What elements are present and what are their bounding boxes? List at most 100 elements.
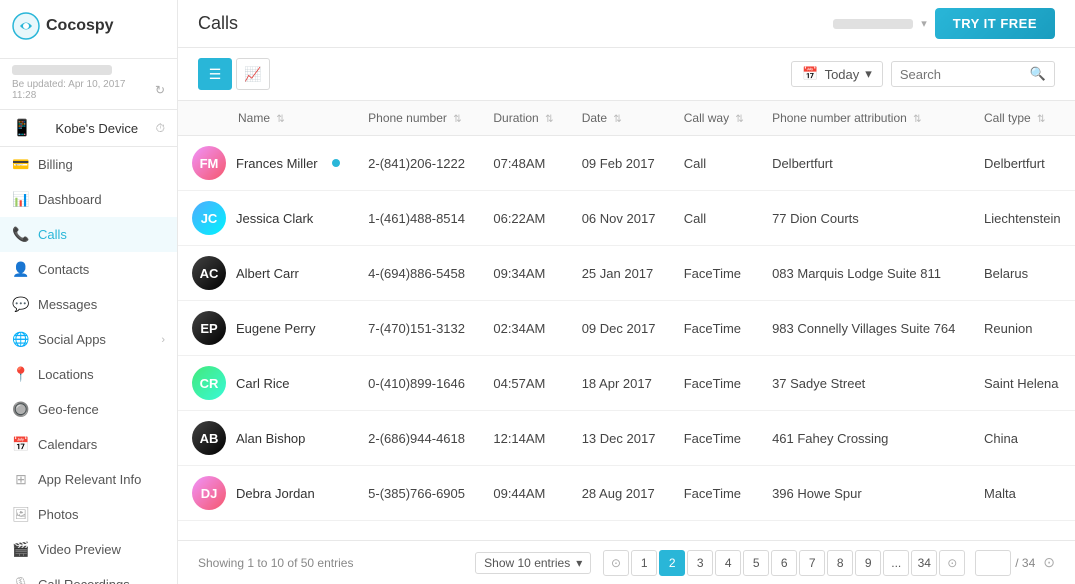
sidebar-item-app-relevant[interactable]: ⊞ App Relevant Info	[0, 462, 177, 497]
attribution-cell: 77 Dion Courts	[758, 191, 970, 246]
page-9-button[interactable]: 9	[855, 550, 881, 576]
attribution-cell: 37 Sadye Street	[758, 356, 970, 411]
sort-icon: ⇅	[913, 114, 921, 125]
sidebar-item-label: Geo-fence	[38, 402, 99, 417]
date-picker[interactable]: 📅 Today ▾	[791, 61, 882, 87]
duration-cell: 06:22AM	[479, 191, 567, 246]
entries-label: Show 10 entries	[484, 556, 570, 570]
topbar: Calls ▾ TRY IT FREE	[178, 0, 1075, 48]
sidebar-item-label: Call Recordings	[38, 577, 130, 584]
sidebar-item-calls[interactable]: 📞 Calls	[0, 217, 177, 252]
device-settings-icon[interactable]: ⏱	[156, 121, 165, 136]
try-free-button[interactable]: TRY IT FREE	[935, 8, 1055, 39]
search-input[interactable]	[900, 67, 1030, 82]
col-header-duration[interactable]: Duration ⇅	[479, 101, 567, 136]
sidebar-item-contacts[interactable]: 👤 Contacts	[0, 252, 177, 287]
page-input[interactable]	[975, 550, 1011, 576]
page-...-button[interactable]: ...	[883, 550, 909, 576]
pagination: Show 10 entries ▾ ⊙123456789...34⊙ / 34 …	[475, 550, 1055, 576]
app-relevant-icon: ⊞	[12, 471, 30, 488]
sidebar-item-photos[interactable]: 🖼 Photos	[0, 497, 177, 532]
avatar: DJ	[192, 476, 226, 510]
col-header-phone-number-attribution[interactable]: Phone number attribution ⇅	[758, 101, 970, 136]
sidebar-item-geo-fence[interactable]: 🔘 Geo-fence	[0, 392, 177, 427]
logo-text: Cocospy	[46, 17, 114, 35]
table-row: CR Carl Rice 0-(410)899-1646 04:57AM 18 …	[178, 356, 1075, 411]
sidebar-item-label: Locations	[38, 367, 94, 382]
page-6-button[interactable]: 6	[771, 550, 797, 576]
table-body: FM Frances Miller 2-(841)206-1222 07:48A…	[178, 136, 1075, 521]
sidebar: Cocospy Be updated: Apr 10, 2017 11:28 ↻…	[0, 0, 178, 584]
calls-icon: 📞	[12, 226, 30, 243]
date-cell: 06 Nov 2017	[568, 191, 670, 246]
sidebar-item-billing[interactable]: 💳 Billing	[0, 147, 177, 182]
duration-cell: 07:48AM	[479, 136, 567, 191]
sidebar-item-calendars[interactable]: 📅 Calendars	[0, 427, 177, 462]
phone-cell: 0-(410)899-1646	[354, 356, 479, 411]
sidebar-item-social-apps[interactable]: 🌐 Social Apps ›	[0, 322, 177, 357]
page-prev-button[interactable]: ⊙	[603, 550, 629, 576]
messages-icon: 💬	[12, 296, 30, 313]
sort-icon: ⇅	[453, 114, 461, 125]
calltype-cell: Belarus	[970, 246, 1075, 301]
contact-name: Debra Jordan	[236, 486, 315, 501]
page-input-group: / 34	[975, 550, 1035, 576]
calltype-cell: Delbertfurt	[970, 136, 1075, 191]
col-header-call-type[interactable]: Call type ⇅	[970, 101, 1075, 136]
sort-icon: ⇅	[276, 114, 284, 125]
col-header-call-way[interactable]: Call way ⇅	[670, 101, 758, 136]
avatar: CR	[192, 366, 226, 400]
avatar: FM	[192, 146, 226, 180]
sidebar-item-video-preview[interactable]: 🎬 Video Preview	[0, 532, 177, 567]
contact-name: Eugene Perry	[236, 321, 316, 336]
table-row: JC Jessica Clark 1-(461)488-8514 06:22AM…	[178, 191, 1075, 246]
entries-selector[interactable]: Show 10 entries ▾	[475, 552, 591, 574]
page-2-button[interactable]: 2	[659, 550, 685, 576]
calltype-cell: China	[970, 411, 1075, 466]
callway-cell: FaceTime	[670, 301, 758, 356]
page-3-button[interactable]: 3	[687, 550, 713, 576]
toolbar-right: 📅 Today ▾ 🔍	[791, 61, 1055, 87]
sidebar-item-locations[interactable]: 📍 Locations	[0, 357, 177, 392]
callway-cell: FaceTime	[670, 246, 758, 301]
sort-icon: ⇅	[1037, 114, 1045, 125]
page-7-button[interactable]: 7	[799, 550, 825, 576]
sidebar-item-messages[interactable]: 💬 Messages	[0, 287, 177, 322]
page-next-button[interactable]: ⊙	[939, 550, 965, 576]
logo-area: Cocospy	[12, 12, 165, 40]
device-icon: 📱	[12, 118, 32, 138]
col-header-phone-number[interactable]: Phone number ⇅	[354, 101, 479, 136]
date-cell: 25 Jan 2017	[568, 246, 670, 301]
table-row: AB Alan Bishop 2-(686)944-4618 12:14AM 1…	[178, 411, 1075, 466]
chart-view-button[interactable]: 📈	[236, 58, 270, 90]
page-8-button[interactable]: 8	[827, 550, 853, 576]
date-cell: 13 Dec 2017	[568, 411, 670, 466]
topbar-chevron-icon[interactable]: ▾	[921, 17, 927, 30]
page-5-button[interactable]: 5	[743, 550, 769, 576]
date-cell: 09 Feb 2017	[568, 136, 670, 191]
sidebar-item-label: Contacts	[38, 262, 89, 277]
refresh-icon[interactable]: ↻	[155, 83, 165, 97]
attribution-cell: 083 Marquis Lodge Suite 811	[758, 246, 970, 301]
page-next-icon[interactable]: ⊙	[1043, 554, 1055, 571]
phone-cell: 2-(686)944-4618	[354, 411, 479, 466]
sidebar-item-dashboard[interactable]: 📊 Dashboard	[0, 182, 177, 217]
name-cell: AB Alan Bishop	[178, 411, 354, 466]
col-header-name[interactable]: Name ⇅	[178, 101, 354, 136]
table-row: EP Eugene Perry 7-(470)151-3132 02:34AM …	[178, 301, 1075, 356]
phone-cell: 1-(461)488-8514	[354, 191, 479, 246]
contact-name: Albert Carr	[236, 266, 299, 281]
phone-cell: 7-(470)151-3132	[354, 301, 479, 356]
toolbar: ☰ 📈 📅 Today ▾ 🔍	[178, 48, 1075, 101]
contact-name: Frances Miller	[236, 156, 318, 171]
sidebar-item-call-recordings[interactable]: 🎙 Call Recordings	[0, 567, 177, 584]
page-4-button[interactable]: 4	[715, 550, 741, 576]
page-34-button[interactable]: 34	[911, 550, 937, 576]
dashboard-icon: 📊	[12, 191, 30, 208]
calltype-cell: Saint Helena	[970, 356, 1075, 411]
device-info: Be updated: Apr 10, 2017 11:28 ↻	[0, 59, 177, 110]
page-1-button[interactable]: 1	[631, 550, 657, 576]
col-header-date[interactable]: Date ⇅	[568, 101, 670, 136]
phone-cell: 2-(841)206-1222	[354, 136, 479, 191]
list-view-button[interactable]: ☰	[198, 58, 232, 90]
